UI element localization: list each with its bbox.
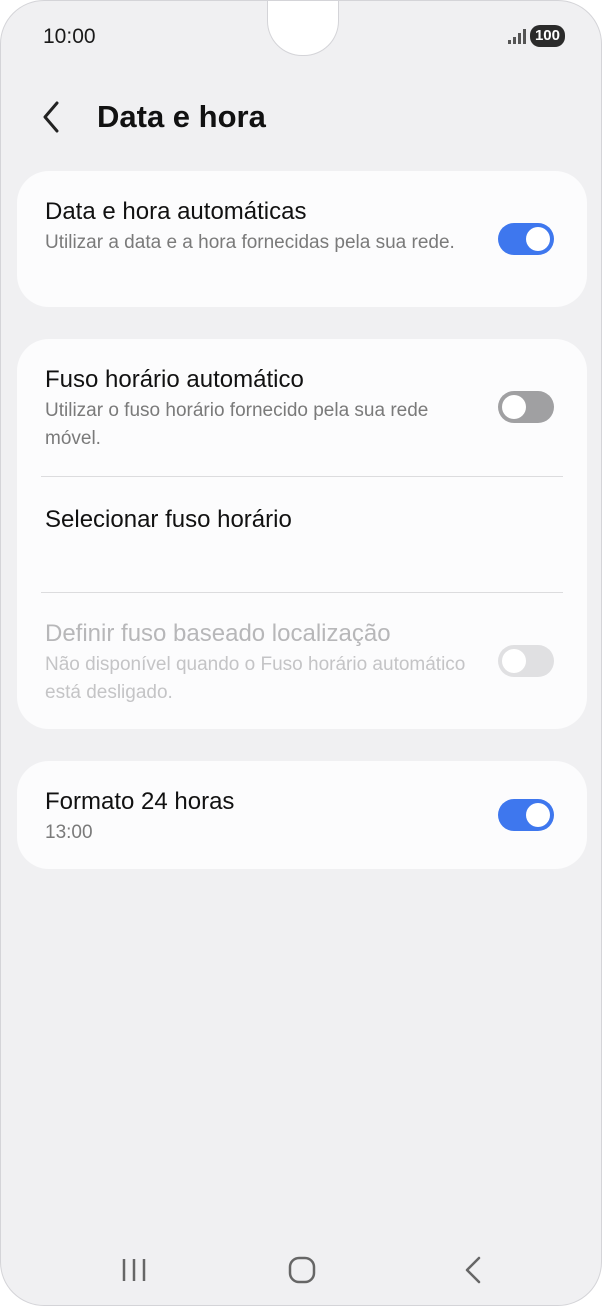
back-icon[interactable] (459, 1255, 489, 1290)
signal-icon (507, 28, 526, 44)
home-icon[interactable] (287, 1255, 317, 1290)
phone-screen: 10:00 100 Data e hora Data e hora automá… (0, 0, 602, 1306)
location-timezone-title: Definir fuso baseado localização (45, 620, 391, 647)
auto-datetime-subtitle: Utilizar a data e a hora fornecidas pela… (45, 232, 455, 253)
auto-timezone-title: Fuso horário automático (45, 366, 304, 393)
auto-timezone-subtitle: Utilizar o fuso horário fornecido pela s… (45, 400, 429, 449)
battery-icon: 100 (529, 25, 565, 47)
page-title: Data e hora (97, 99, 266, 134)
location-timezone-toggle (498, 645, 554, 677)
auto-datetime-card: Data e hora automáticas Utilizar a data … (17, 171, 587, 307)
location-timezone-row: Definir fuso baseado localização Não dis… (45, 619, 559, 707)
format-24h-subtitle: 13:00 (45, 822, 93, 843)
format-24h-title: Formato 24 horas (45, 788, 235, 815)
select-timezone-row[interactable]: Selecionar fuso horário (45, 505, 559, 565)
auto-timezone-row[interactable]: Fuso horário automático Utilizar o fuso … (45, 365, 559, 453)
status-time: 10:00 (43, 25, 96, 48)
auto-timezone-toggle[interactable] (498, 391, 554, 423)
chevron-left-icon[interactable] (41, 97, 71, 137)
auto-datetime-title: Data e hora automáticas (45, 198, 307, 225)
format-24h-row[interactable]: Formato 24 horas 13:00 (45, 787, 559, 847)
format-24h-toggle[interactable] (498, 799, 554, 831)
camera-notch (267, 1, 339, 56)
recent-apps-icon[interactable] (119, 1255, 149, 1290)
auto-datetime-toggle[interactable] (498, 223, 554, 255)
auto-datetime-row[interactable]: Data e hora automáticas Utilizar a data … (45, 197, 559, 257)
divider (41, 476, 563, 477)
divider (41, 592, 563, 593)
format-24h-card: Formato 24 horas 13:00 (17, 761, 587, 869)
navigation-bar (1, 1241, 601, 1301)
app-header: Data e hora (41, 97, 266, 137)
location-timezone-subtitle: Não disponível quando o Fuso horário aut… (45, 654, 466, 703)
status-indicators: 100 (507, 25, 565, 47)
select-timezone-title: Selecionar fuso horário (45, 506, 292, 533)
timezone-card: Fuso horário automático Utilizar o fuso … (17, 339, 587, 729)
